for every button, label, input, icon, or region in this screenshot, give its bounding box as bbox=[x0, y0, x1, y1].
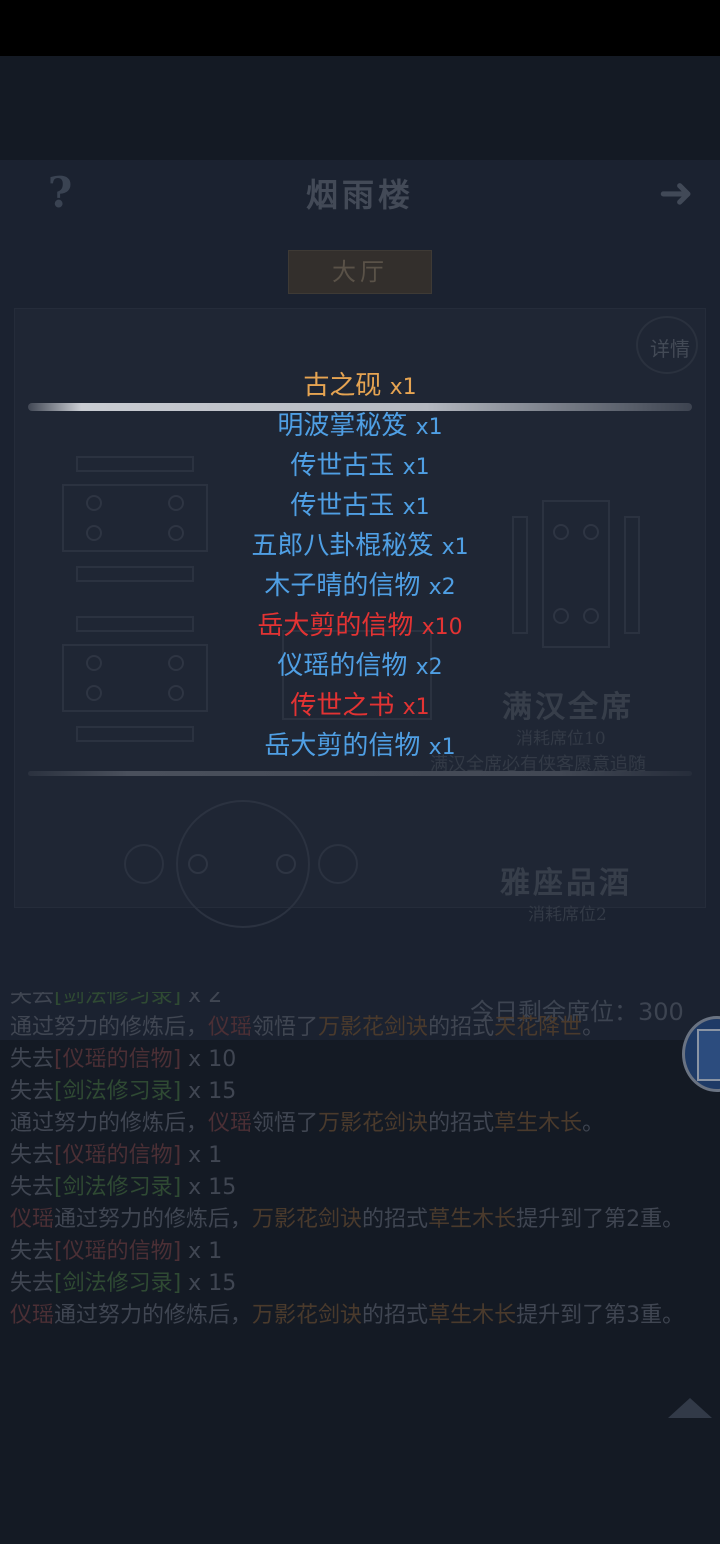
reward-item: 古之砚 x1 bbox=[0, 366, 720, 406]
log-line: 仪瑶通过努力的修炼后，万影花剑诀的招式草生木长提升到了第3重。 bbox=[10, 1303, 685, 1328]
collapse-icon[interactable] bbox=[668, 1398, 712, 1418]
reward-item: 岳大剪的信物 x10 bbox=[0, 606, 720, 646]
log-line: 失去[剑法修习录] x 15 bbox=[10, 1175, 237, 1200]
reward-item: 仪瑶的信物 x2 bbox=[0, 646, 720, 686]
seat bbox=[276, 854, 296, 874]
reward-name: 岳大剪的信物 bbox=[264, 731, 421, 761]
log-line: 失去[剑法修习录] x 15 bbox=[10, 1271, 237, 1296]
reward-name: 明波掌秘笈 bbox=[277, 411, 408, 441]
panel-header: ? 烟雨楼 ➜ bbox=[0, 160, 720, 230]
reward-name: 传世之书 bbox=[290, 691, 395, 721]
reward-item: 传世之书 x1 bbox=[0, 686, 720, 726]
reward-item: 五郎八卦棍秘笈 x1 bbox=[0, 526, 720, 566]
reward-item: 传世古玉 x1 bbox=[0, 446, 720, 486]
reward-name: 古之砚 bbox=[303, 371, 382, 401]
event-log[interactable]: 失去[剑法修习录] x 2 通过努力的修炼后，仪瑶领悟了万影花剑诀的招式天花降世… bbox=[10, 992, 710, 1438]
tab-hall[interactable]: 大厅 bbox=[288, 250, 432, 294]
reward-item: 岳大剪的信物 x1 bbox=[0, 726, 720, 766]
reward-name: 木子晴的信物 bbox=[264, 571, 421, 601]
reward-item: 明波掌秘笈 x1 bbox=[0, 406, 720, 446]
reward-qty: x1 bbox=[402, 495, 430, 520]
log-line: 通过努力的修炼后，仪瑶领悟了万影花剑诀的招式草生木长。 bbox=[10, 1111, 605, 1136]
reward-qty: x2 bbox=[428, 575, 456, 600]
log-line: 失去[仪瑶的信物] x 10 bbox=[10, 1047, 237, 1072]
stool bbox=[318, 844, 358, 884]
log-line: 失去[剑法修习录] x 2 bbox=[10, 992, 223, 1008]
arrow-right-icon[interactable]: ➜ bbox=[646, 168, 706, 217]
reward-item: 木子晴的信物 x2 bbox=[0, 566, 720, 606]
log-line: 仪瑶通过努力的修炼后，万影花剑诀的招式草生木长提升到了第2重。 bbox=[10, 1207, 685, 1232]
divider bbox=[28, 771, 692, 776]
reward-qty: x2 bbox=[415, 655, 443, 680]
reward-item: 传世古玉 x1 bbox=[0, 486, 720, 526]
seat bbox=[188, 854, 208, 874]
reward-qty: x1 bbox=[402, 695, 430, 720]
page-title: 烟雨楼 bbox=[305, 176, 414, 214]
log-line: 通过努力的修炼后，仪瑶领悟了万影花剑诀的招式天花降世。 bbox=[10, 1015, 605, 1040]
reward-qty: x10 bbox=[421, 615, 463, 640]
log-line: 失去[剑法修习录] x 15 bbox=[10, 1079, 237, 1104]
reward-qty: x1 bbox=[389, 375, 417, 400]
log-line: 失去[仪瑶的信物] x 1 bbox=[10, 1239, 223, 1264]
wine-cost: 消耗席位2 bbox=[528, 905, 607, 925]
reward-name: 传世古玉 bbox=[290, 451, 395, 481]
reward-qty: x1 bbox=[402, 455, 430, 480]
reward-name: 仪瑶的信物 bbox=[277, 651, 408, 681]
reward-qty: x1 bbox=[415, 415, 443, 440]
reward-list: 古之砚 x1 明波掌秘笈 x1 传世古玉 x1 传世古玉 x1 五郎八卦棍秘笈 x1 木子… bbox=[0, 366, 720, 766]
reward-qty: x1 bbox=[428, 735, 456, 760]
reward-name: 五郎八卦棍秘笈 bbox=[251, 531, 434, 561]
wine-title[interactable]: 雅座品酒 bbox=[500, 858, 632, 902]
book-icon bbox=[697, 1029, 720, 1081]
reward-qty: x1 bbox=[441, 535, 469, 560]
log-line: 失去[仪瑶的信物] x 1 bbox=[10, 1143, 223, 1168]
reward-name: 岳大剪的信物 bbox=[257, 611, 414, 641]
detail-label: 详情 bbox=[650, 337, 690, 361]
stool bbox=[124, 844, 164, 884]
game-screen: ? 烟雨楼 ➜ 大厅 详情 满汉全席 消耗席位10 满汉全席必有侠客愿意追随 雅… bbox=[0, 56, 720, 1544]
reward-name: 传世古玉 bbox=[290, 491, 395, 521]
status-bar bbox=[0, 0, 720, 56]
